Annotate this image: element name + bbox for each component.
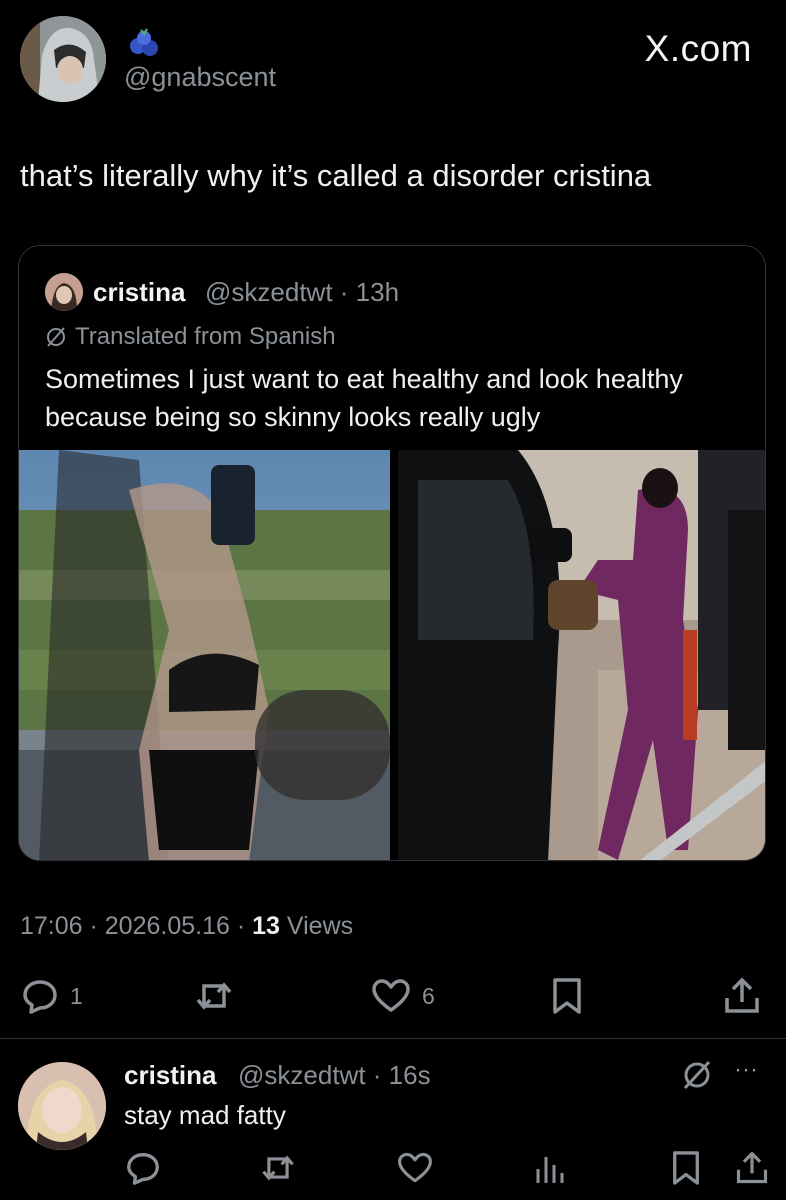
reply-repost-button[interactable]	[258, 1148, 298, 1188]
reply-author-handle-time[interactable]: @skzedtwt · 16s	[238, 1060, 431, 1091]
speech-bubble-icon	[124, 1149, 162, 1187]
more-options-button[interactable]: ···	[734, 1056, 758, 1084]
share-upload-icon	[734, 1149, 770, 1187]
author-avatar[interactable]	[20, 16, 106, 102]
share-upload-icon	[722, 976, 762, 1016]
reply-analytics-button[interactable]	[532, 1148, 568, 1188]
bookmark-icon	[670, 1149, 702, 1187]
quoted-author-avatar[interactable]	[45, 273, 83, 311]
quoted-author-name[interactable]: cristina	[93, 277, 186, 308]
like-button[interactable]: 6	[370, 976, 435, 1016]
x-brand-logo: X.com	[644, 28, 752, 69]
translate-slash-icon[interactable]	[682, 1060, 712, 1090]
quoted-author-handle-time[interactable]: @skzedtwt · 13h	[205, 277, 399, 308]
heart-icon	[370, 976, 412, 1016]
speech-bubble-icon	[20, 976, 60, 1016]
post-meta: 17:06 · 2026.05.16 · 13 Views	[20, 912, 353, 941]
quoted-photo-street[interactable]	[398, 450, 765, 860]
repost-arrows-icon	[258, 1149, 298, 1187]
translation-note: Translated from Spanish	[45, 323, 336, 351]
reply-author-name[interactable]: cristina	[124, 1060, 217, 1091]
bookmark-icon	[550, 976, 584, 1016]
like-count: 6	[422, 982, 435, 1009]
share-button[interactable]	[722, 976, 762, 1016]
reply-reply-button[interactable]	[124, 1148, 162, 1188]
reply-bookmark-button[interactable]	[670, 1148, 702, 1188]
author-handle[interactable]: @gnabscent	[124, 62, 276, 93]
reply-author-avatar[interactable]	[18, 1062, 106, 1150]
blueberry-badge-icon	[126, 26, 162, 60]
repost-button[interactable]	[192, 976, 236, 1016]
analytics-bars-icon	[532, 1149, 568, 1187]
reply-text: stay mad fatty	[124, 1100, 286, 1130]
reply-count: 1	[70, 982, 83, 1009]
bookmark-button[interactable]	[550, 976, 584, 1016]
post-text: that’s literally why it’s called a disor…	[20, 158, 652, 193]
post-timestamp: 17:06 · 2026.05.16 ·	[20, 912, 253, 940]
repost-arrows-icon	[192, 976, 236, 1016]
quoted-post-card[interactable]: cristina @skzedtwt · 13h Translated from…	[18, 245, 766, 861]
views-count: 13	[252, 912, 280, 940]
quoted-photo-selfie[interactable]	[19, 450, 390, 860]
translate-slash-icon	[45, 326, 67, 348]
reply-share-button[interactable]	[734, 1148, 770, 1188]
views-label: Views	[279, 912, 354, 940]
reply-button[interactable]: 1	[20, 976, 83, 1016]
divider	[0, 1038, 786, 1039]
heart-icon	[396, 1149, 434, 1187]
translation-label: Translated from Spanish	[75, 323, 336, 350]
reply-like-button[interactable]	[396, 1148, 434, 1188]
quoted-post-text: Sometimes I just want to eat healthy and…	[45, 364, 683, 432]
